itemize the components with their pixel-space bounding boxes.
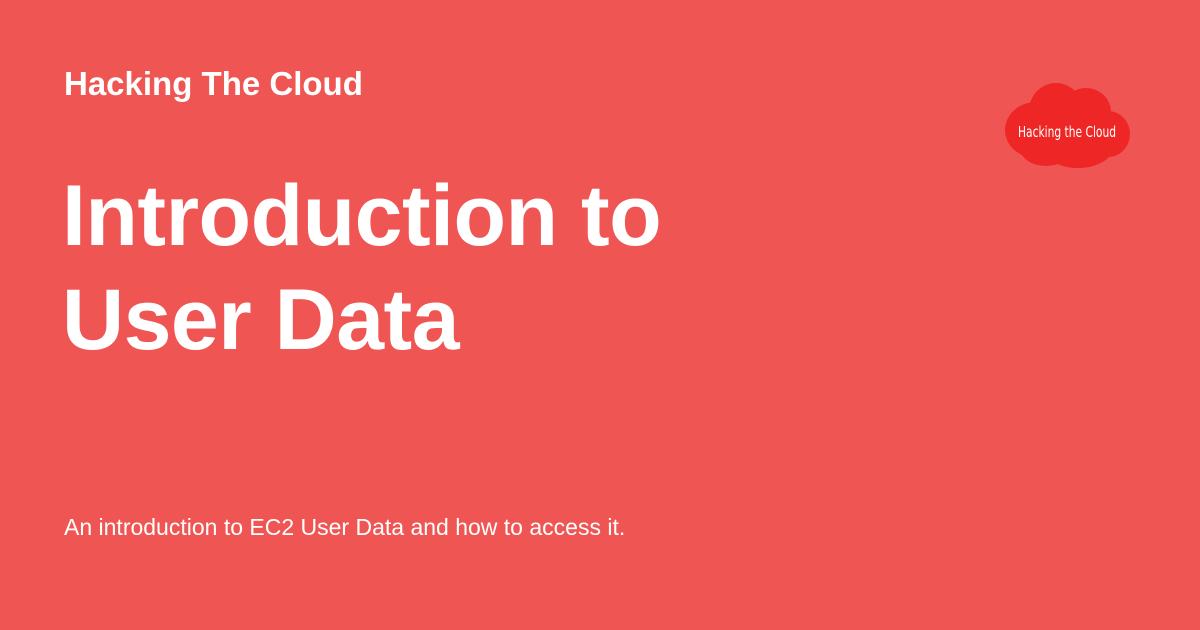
page-title: Introduction to User Data [62, 164, 822, 372]
page-title-line-1: Introduction to [62, 168, 662, 264]
logo-text: Hacking the Cloud [1018, 123, 1116, 141]
cloud-logo-icon: Hacking the Cloud [1005, 83, 1130, 168]
site-logo: Hacking the Cloud [1000, 78, 1134, 178]
site-name: Hacking The Cloud [64, 65, 363, 102]
page-title-line-2: User Data [62, 272, 460, 368]
social-card: Hacking The Cloud Introduction to User D… [0, 0, 1200, 630]
page-description: An introduction to EC2 User Data and how… [64, 514, 626, 540]
